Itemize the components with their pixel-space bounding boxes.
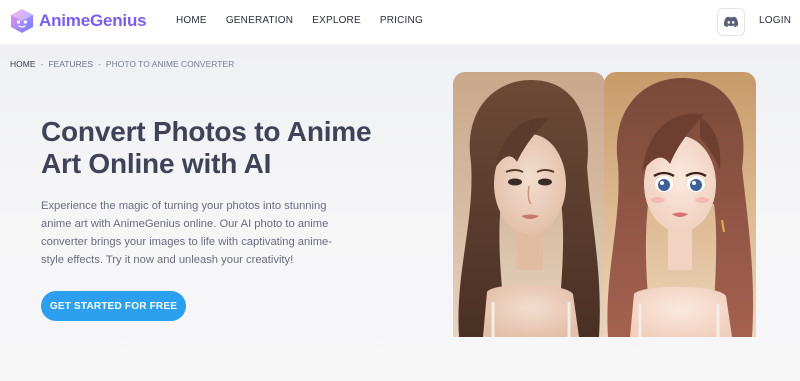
nav-item-pricing[interactable]: PRICING <box>380 15 423 26</box>
breadcrumb-separator: - <box>40 59 44 69</box>
page-title: Convert Photos to Anime Art Online with … <box>41 116 372 179</box>
nav-item-explore[interactable]: EXPLORE <box>312 15 361 26</box>
login-link[interactable]: LOGIN <box>759 15 791 26</box>
hero-description: Experience the magic of turning your pho… <box>41 200 333 266</box>
breadcrumb-current: PHOTO TO ANIME CONVERTER <box>105 59 235 69</box>
animegenius-logo-icon <box>11 9 33 33</box>
get-started-button[interactable]: GET STARTED FOR FREE <box>41 291 186 321</box>
anime-art-image <box>604 72 756 337</box>
breadcrumb-home[interactable]: HOME <box>10 59 36 69</box>
breadcrumb-separator: - <box>98 59 101 69</box>
discord-button[interactable] <box>717 8 745 36</box>
discord-icon <box>723 16 739 28</box>
top-navigation-bar: AnimeGenius HOME GENERATION EXPLORE PRIC… <box>0 0 800 44</box>
brand-logo[interactable]: AnimeGenius <box>8 7 147 35</box>
nav-item-generation[interactable]: GENERATION <box>226 15 293 26</box>
nav-item-home[interactable]: HOME <box>176 15 207 26</box>
main-nav: HOME GENERATION EXPLORE PRICING <box>176 15 442 26</box>
real-photo-image <box>453 72 605 337</box>
brand-name: AnimeGenius <box>39 11 147 30</box>
breadcrumb-features[interactable]: FEATURES <box>48 59 93 69</box>
breadcrumb: HOME - FEATURES - PHOTO TO ANIME CONVERT… <box>10 59 234 69</box>
